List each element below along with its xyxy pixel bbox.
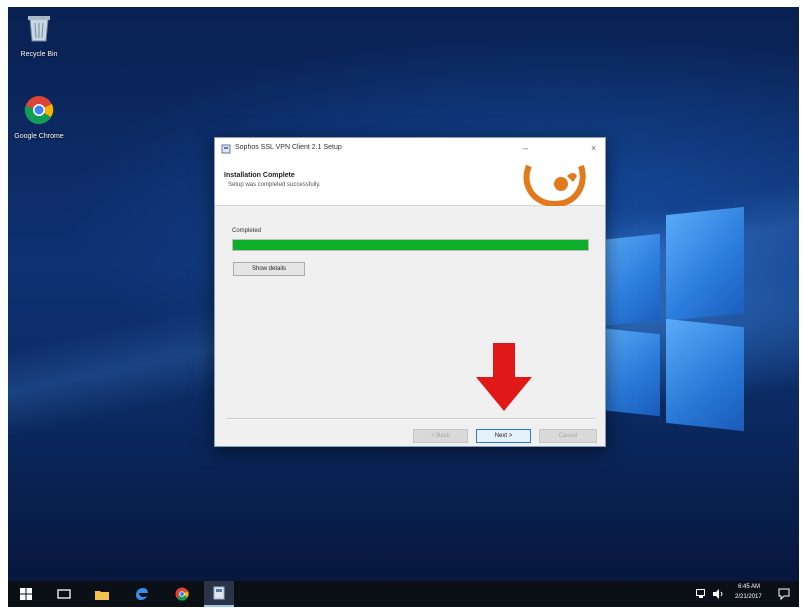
desktop-icon-recycle-bin[interactable]: Recycle Bin [11, 13, 67, 59]
chrome-taskbar-button[interactable] [168, 581, 196, 607]
windows-logo-wallpaper [598, 197, 748, 437]
header-title: Installation Complete [224, 172, 295, 179]
progress-bar [232, 239, 589, 251]
desktop-icon-chrome[interactable]: Google Chrome [11, 95, 67, 141]
dialog-header: Installation Complete Setup was complete… [215, 162, 605, 206]
status-label: Completed [232, 228, 262, 234]
start-icon [20, 588, 32, 600]
setup-taskbar-button[interactable] [204, 581, 234, 607]
edge-button[interactable] [128, 581, 156, 607]
setup-dialog: Sophos SSL VPN Client 2.1 Setup – × Inst… [214, 137, 606, 447]
recycle-bin-icon [28, 16, 50, 42]
taskbar: 6:45 AM 2/21/2017 [8, 581, 799, 607]
progress-fill [233, 240, 588, 250]
dialog-titlebar[interactable]: Sophos SSL VPN Client 2.1 Setup – × [215, 138, 605, 162]
back-button[interactable]: < Back [413, 429, 468, 443]
minimize-button[interactable]: – [523, 143, 528, 153]
desktop-wallpaper: Recycle Bin Google Chrome Sophos SSL VPN… [8, 7, 799, 581]
chrome-icon [175, 587, 189, 601]
file-explorer-button[interactable] [88, 581, 116, 607]
screen: Recycle Bin Google Chrome Sophos SSL VPN… [8, 7, 799, 607]
task-view-icon [57, 589, 71, 599]
recycle-bin-label: Recycle Bin [20, 51, 58, 58]
setup-app-icon [213, 586, 225, 600]
edge-icon [136, 588, 148, 600]
dialog-title: Sophos SSL VPN Client 2.1 Setup [235, 144, 342, 151]
task-view-button[interactable] [50, 581, 78, 607]
next-button[interactable]: Next > [476, 429, 531, 443]
chrome-label: Google Chrome [14, 133, 64, 140]
sophos-logo-icon [523, 164, 586, 206]
clock-date[interactable]: 2/21/2017 [735, 594, 762, 600]
show-details-button[interactable]: Show details [233, 262, 305, 276]
red-down-arrow-icon [476, 343, 532, 411]
cancel-button[interactable]: Cancel [539, 429, 597, 443]
header-subtitle: Setup was completed successfully. [228, 182, 321, 188]
close-button[interactable]: × [591, 143, 596, 153]
action-center-icon[interactable] [778, 588, 790, 600]
network-icon[interactable] [696, 589, 708, 599]
clock-time[interactable]: 6:45 AM [738, 584, 760, 590]
start-button[interactable] [12, 581, 40, 607]
volume-icon[interactable] [712, 589, 724, 599]
footer-separator [227, 418, 595, 420]
file-explorer-icon [95, 590, 109, 600]
chrome-icon [24, 96, 54, 125]
setup-app-icon [221, 144, 231, 154]
